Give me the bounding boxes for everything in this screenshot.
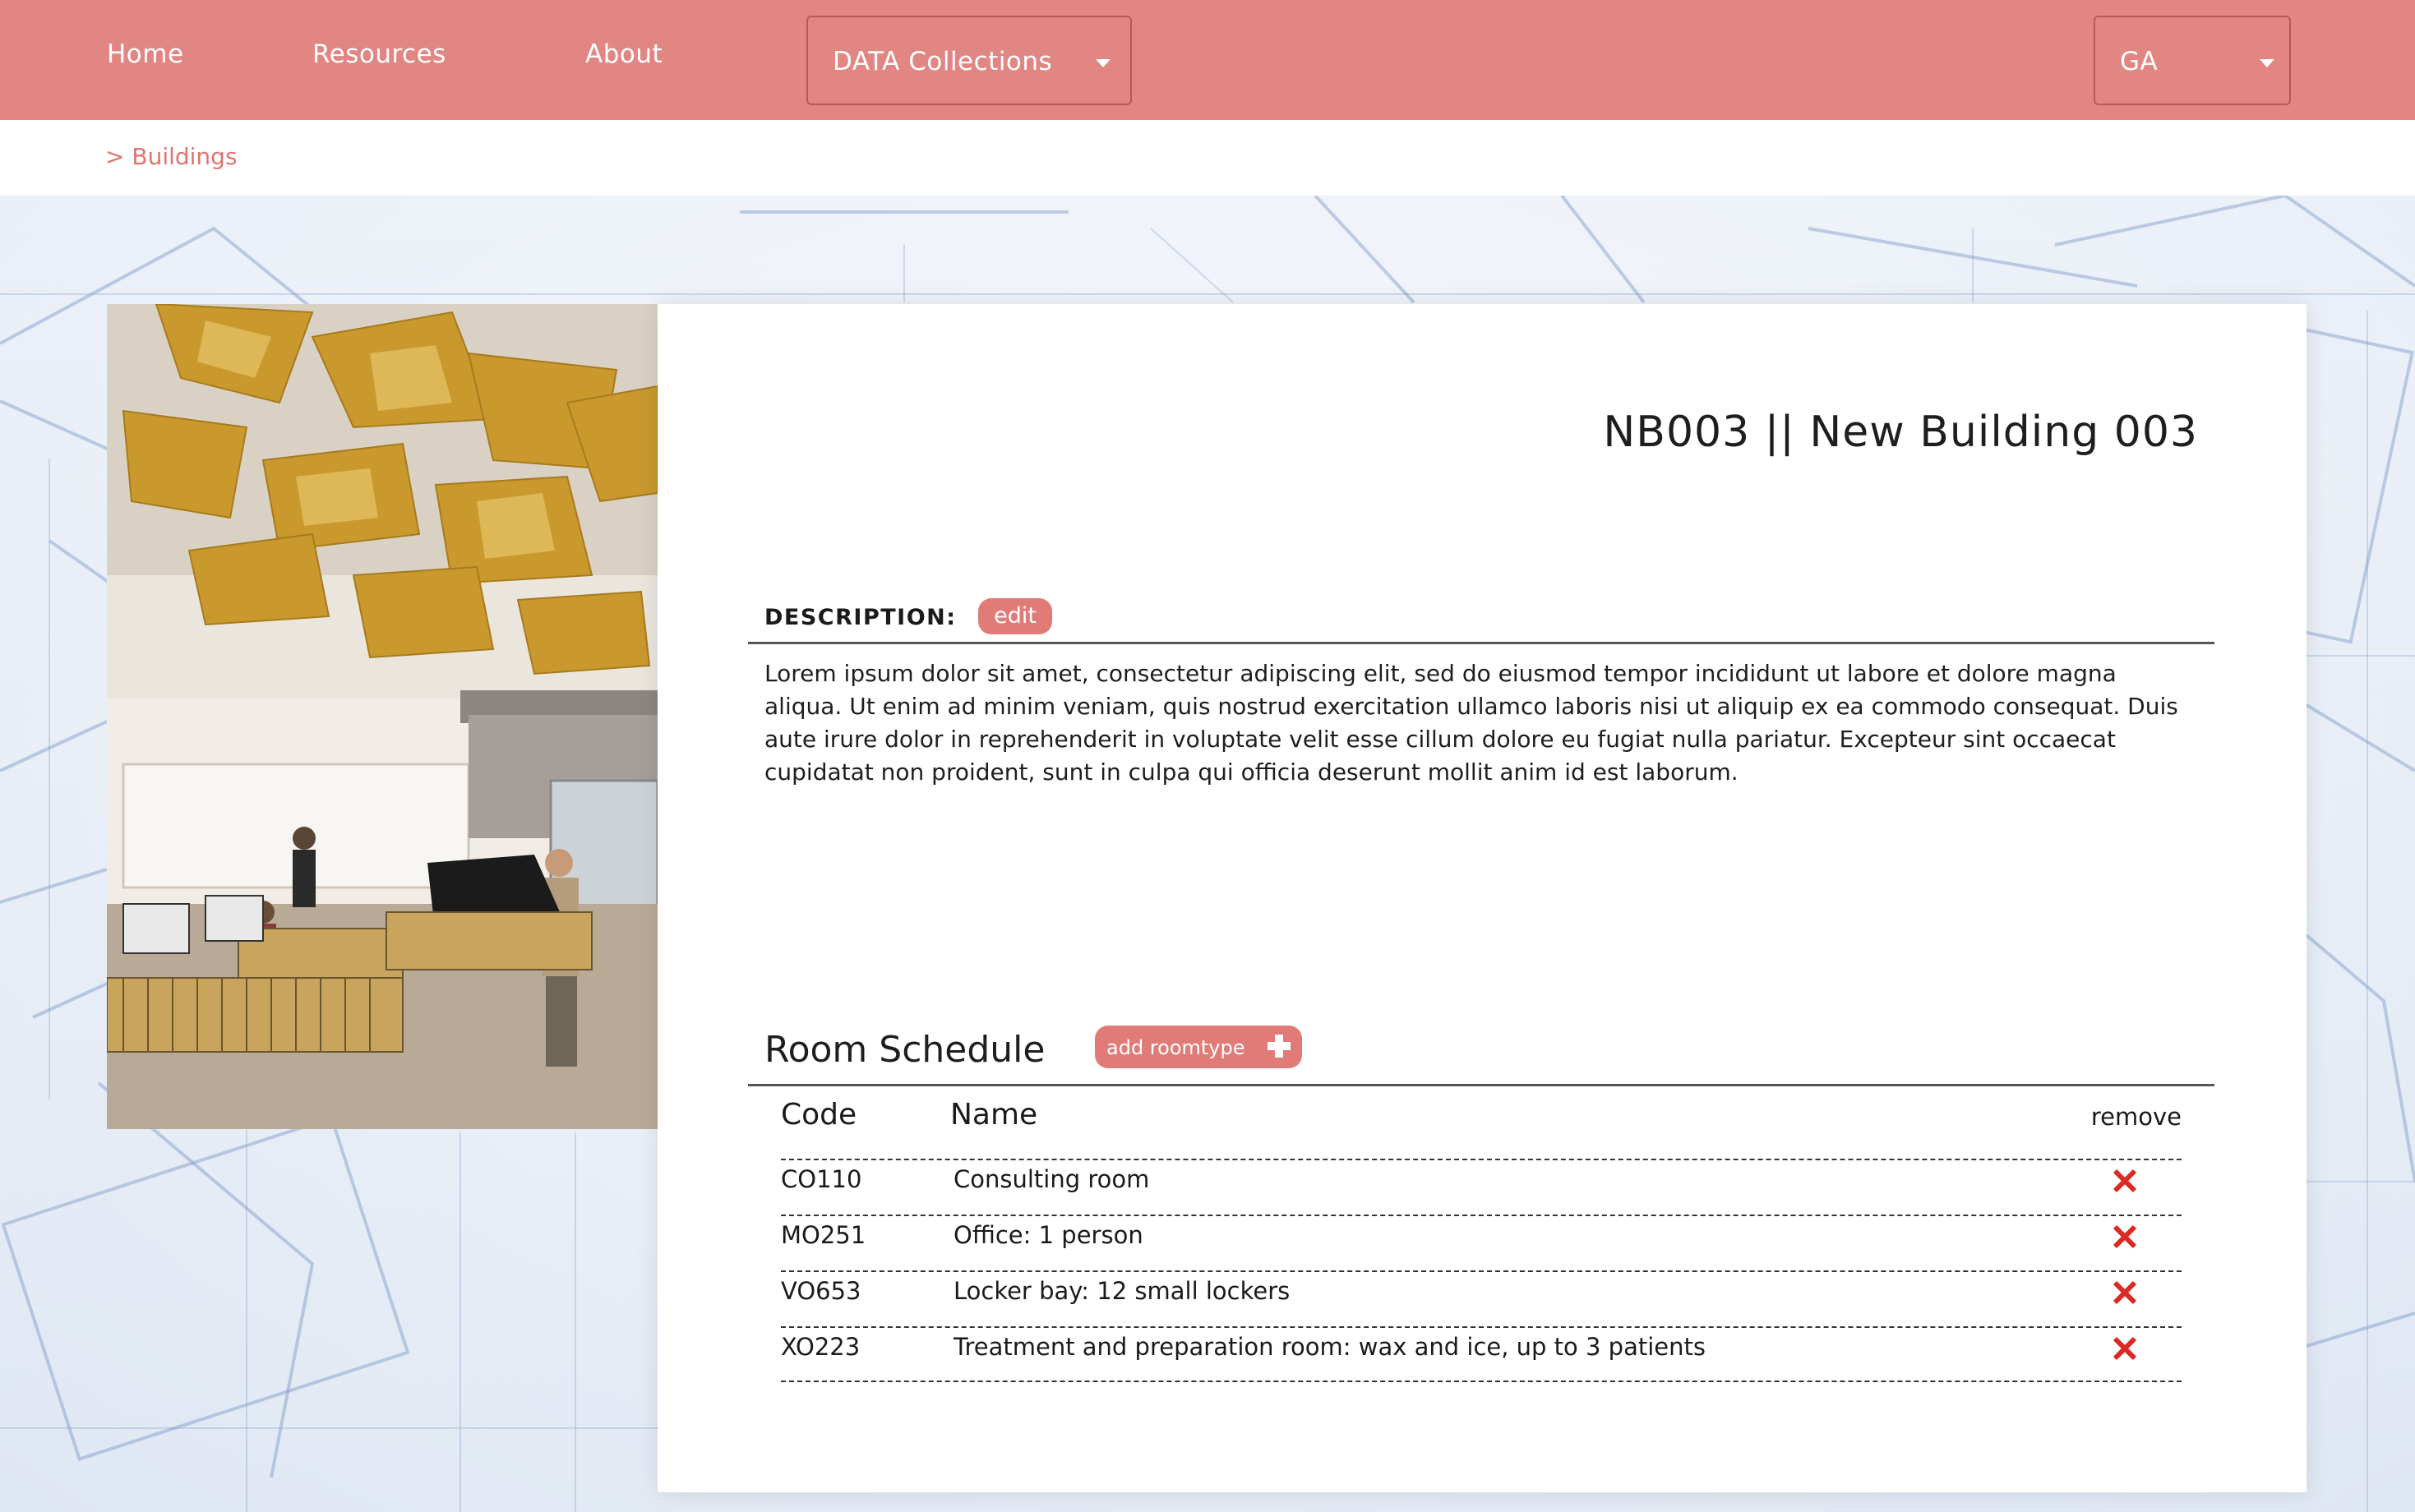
description-label: DESCRIPTION: <box>764 605 957 630</box>
language-dropdown[interactable]: GA <box>2094 16 2291 105</box>
data-collections-label: DATA Collections <box>833 47 1053 76</box>
nav-link-resources[interactable]: Resources <box>312 39 446 69</box>
table-row: XO223 Treatment and preparation room: wa… <box>781 1326 2182 1382</box>
room-code: CO110 <box>781 1165 862 1193</box>
top-navigation: Home Resources About DATA Collections GA <box>0 0 2415 120</box>
caret-down-icon <box>2260 59 2274 67</box>
room-table-header: Code Name remove <box>781 1093 2182 1134</box>
rehearsal-room-image <box>107 304 658 1129</box>
breadcrumb-buildings[interactable]: > Buildings <box>105 143 238 170</box>
nav-link-home[interactable]: Home <box>107 39 184 69</box>
table-row: MO251 Office: 1 person <box>781 1215 2182 1270</box>
caret-down-icon <box>1096 59 1111 67</box>
room-name: Locker bay: 12 small lockers <box>954 1277 1291 1305</box>
data-collections-dropdown[interactable]: DATA Collections <box>806 16 1132 105</box>
add-roomtype-button[interactable]: add roomtype <box>1095 1026 1302 1068</box>
plus-icon <box>1268 1035 1291 1058</box>
nav-link-about[interactable]: About <box>585 39 663 69</box>
description-header: DESCRIPTION: edit <box>748 587 2214 644</box>
remove-row-button[interactable] <box>2113 1169 2137 1193</box>
room-code: VO653 <box>781 1277 861 1305</box>
add-roomtype-label: add roomtype <box>1106 1036 1245 1059</box>
remove-row-button[interactable] <box>2113 1224 2137 1249</box>
room-name: Consulting room <box>954 1165 1150 1193</box>
breadcrumb-bar: > Buildings <box>0 120 2415 196</box>
room-schedule-title: Room Schedule <box>764 1029 1046 1071</box>
room-schedule-header: Room Schedule add roomtype <box>748 1011 2214 1086</box>
room-table-body: CO110 Consulting room MO251 Office: 1 pe… <box>781 1159 2182 1382</box>
description-text: Lorem ipsum dolor sit amet, consectetur … <box>764 660 2178 786</box>
building-detail-card: NB003 || New Building 003 DESCRIPTION: e… <box>658 304 2306 1492</box>
language-label: GA <box>2120 47 2159 76</box>
room-name: Office: 1 person <box>954 1221 1143 1249</box>
room-code: XO223 <box>781 1333 861 1361</box>
column-header-name: Name <box>950 1098 1038 1132</box>
room-name: Treatment and preparation room: wax and … <box>954 1333 1706 1361</box>
remove-row-button[interactable] <box>2113 1336 2137 1361</box>
table-row: VO653 Locker bay: 12 small lockers <box>781 1270 2182 1326</box>
edit-description-button[interactable]: edit <box>978 598 1052 634</box>
building-photo <box>107 304 658 1129</box>
column-header-remove: remove <box>2090 1103 2182 1131</box>
remove-row-button[interactable] <box>2113 1280 2137 1305</box>
page-title: NB003 || New Building 003 <box>1603 408 2198 457</box>
table-row: CO110 Consulting room <box>781 1159 2182 1215</box>
room-code: MO251 <box>781 1221 866 1249</box>
column-header-code: Code <box>781 1098 857 1132</box>
